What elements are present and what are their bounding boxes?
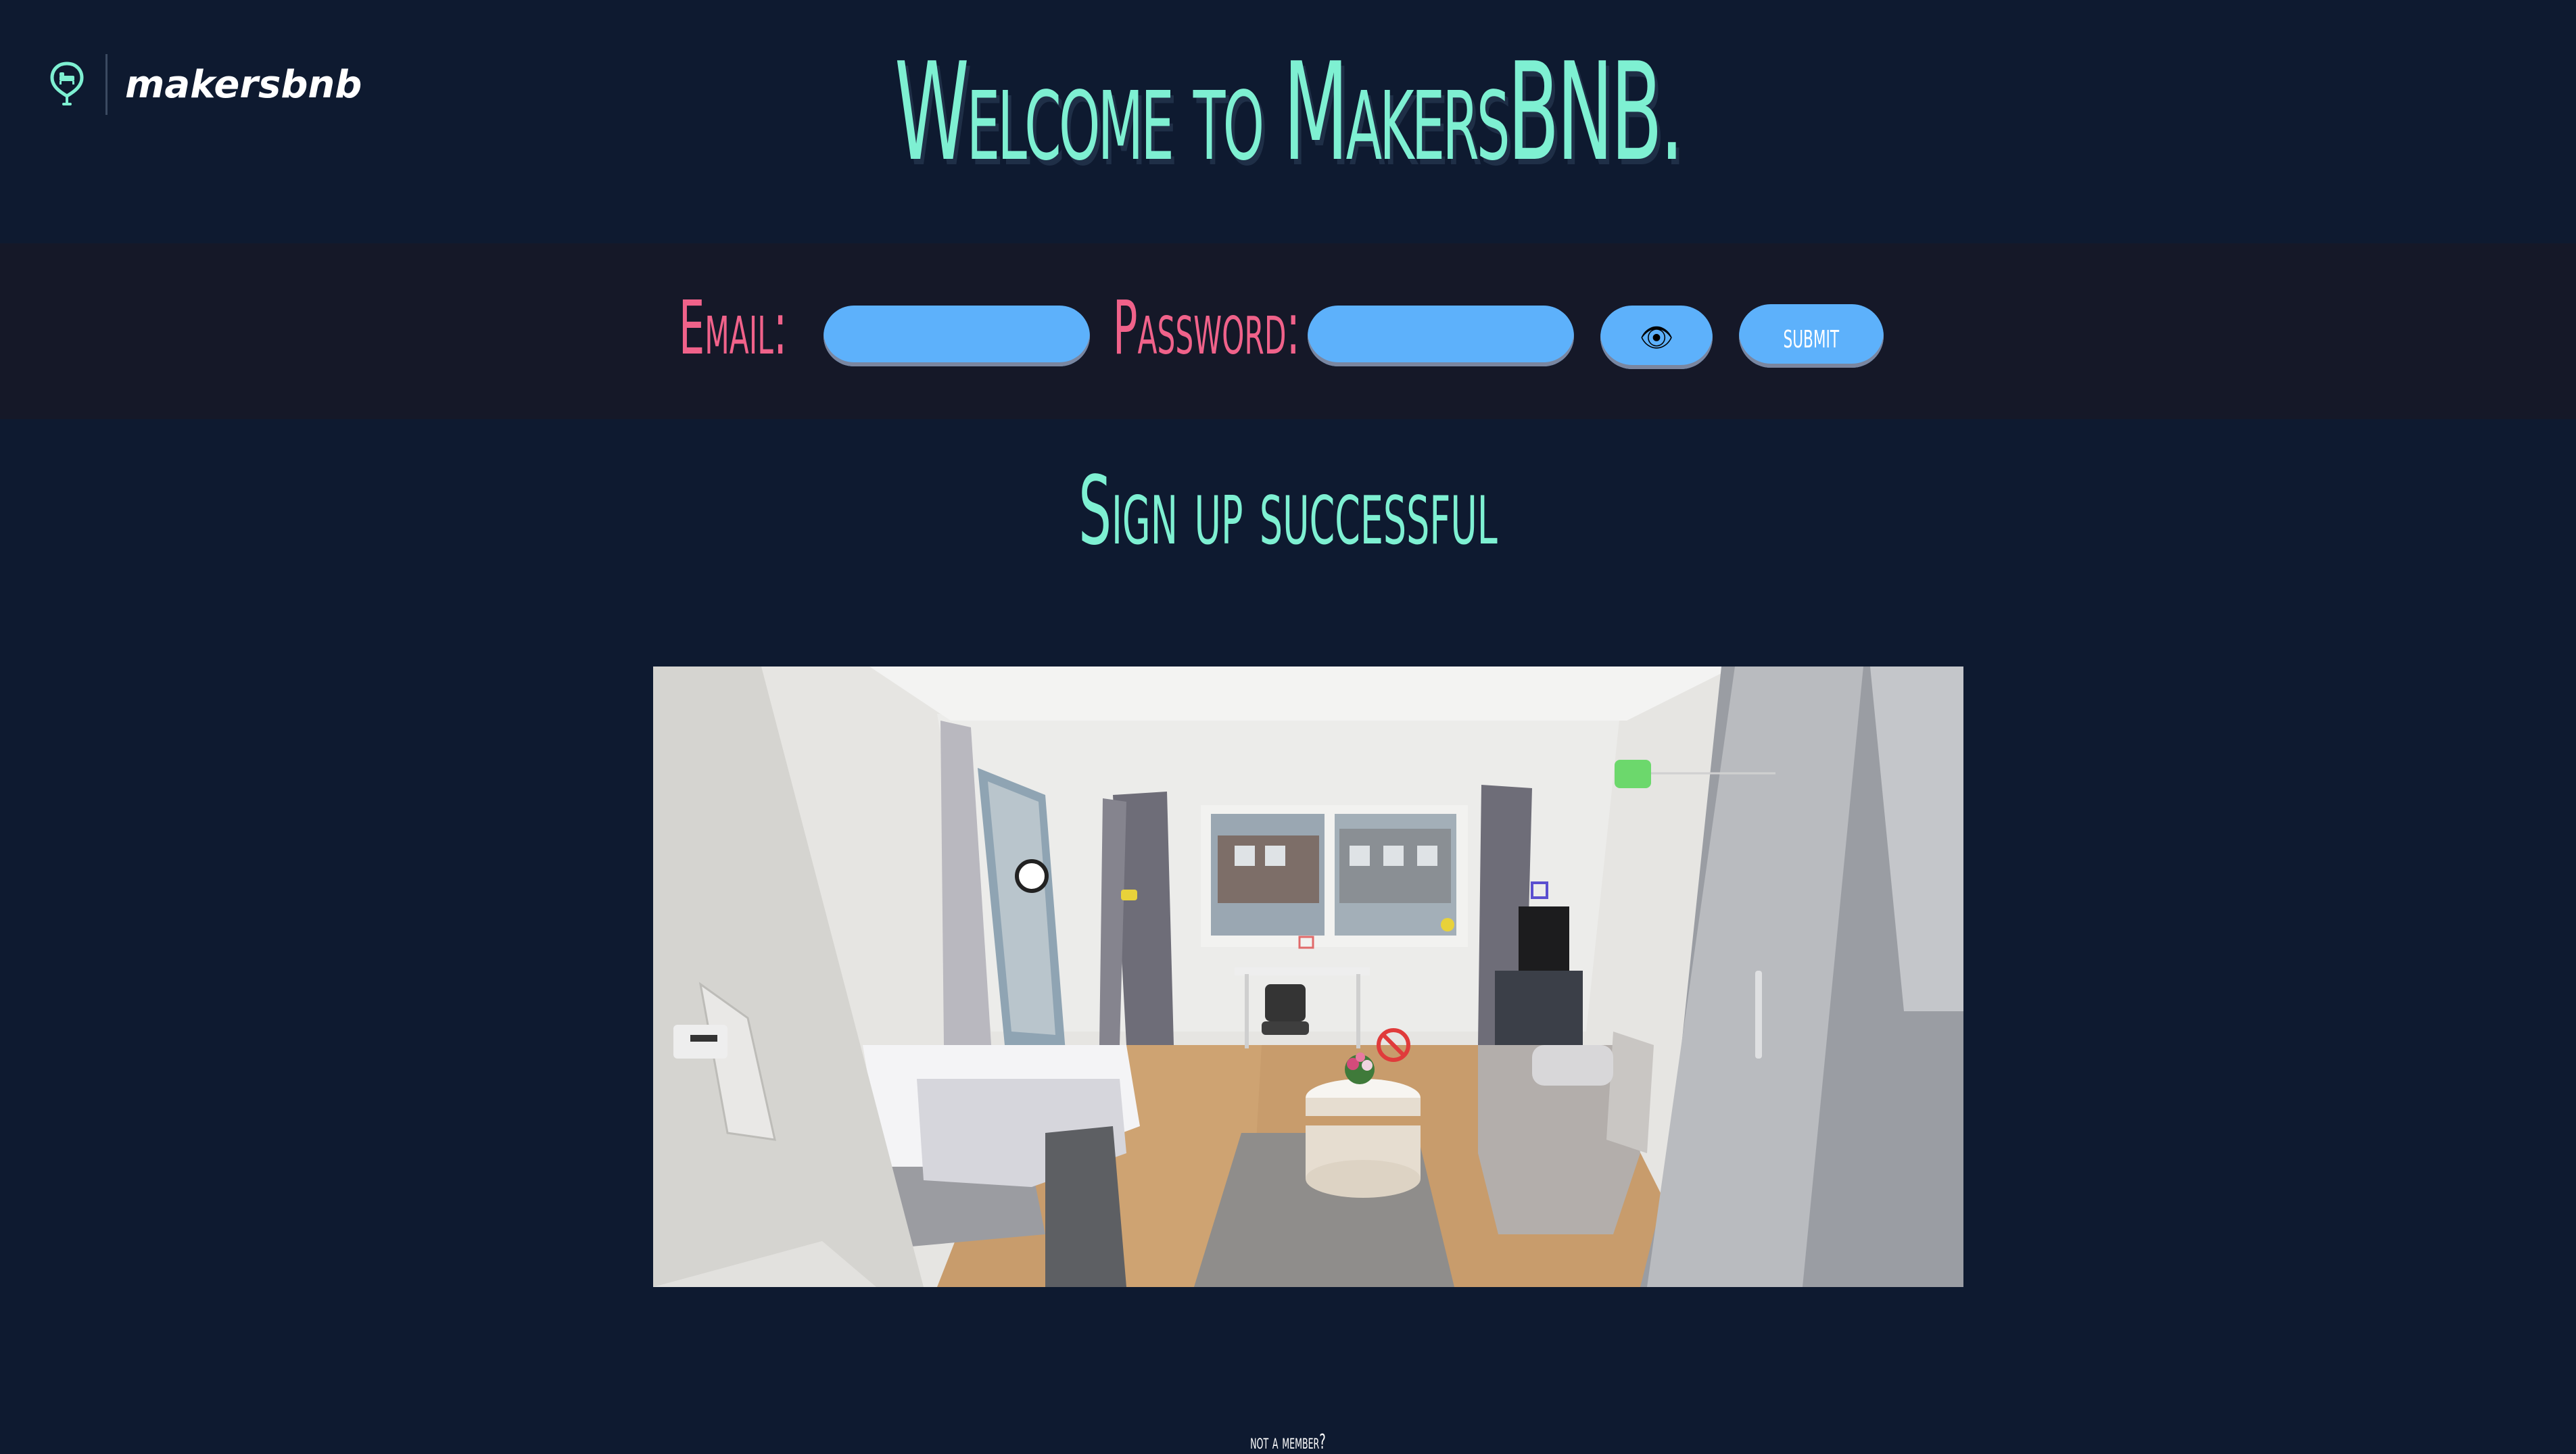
login-bar: Email: Password:	[0, 243, 2576, 419]
status-message: Sign up successful	[1078, 456, 1498, 566]
email-label: Email:	[679, 285, 788, 371]
eye-icon: 👁	[1639, 322, 1674, 353]
logo[interactable]: makersbnb	[49, 53, 362, 116]
logo-divider	[105, 54, 108, 115]
password-label: Password:	[1113, 285, 1300, 371]
login-form: Email: Password:	[0, 243, 2576, 419]
submit-button[interactable]: submit	[1739, 304, 1884, 368]
signup-link[interactable]: not a member?	[515, 1430, 2061, 1454]
logo-text: makersbnb	[125, 62, 362, 107]
show-password-button[interactable]: 👁	[1600, 306, 1713, 369]
room-photo	[653, 667, 1963, 1287]
page-title: Welcome to MakersBNB.	[895, 34, 1684, 191]
email-input[interactable]	[824, 306, 1090, 366]
password-input[interactable]	[1308, 306, 1574, 366]
submit-label: submit	[1783, 316, 1840, 356]
map-pin-bed-icon	[50, 62, 84, 105]
apartment-room-illustration	[653, 667, 1963, 1287]
